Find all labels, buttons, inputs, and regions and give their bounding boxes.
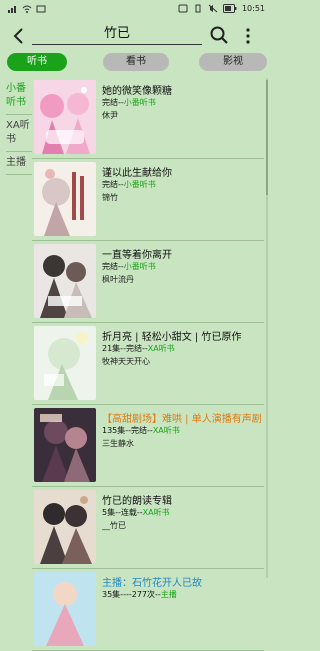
item-author: __竹已 <box>102 521 126 530</box>
item-author: 三生静水 <box>102 439 134 448</box>
tab-reading[interactable]: 看书 <box>103 53 169 71</box>
sidebar-item-xiaofan[interactable]: 小番听书 <box>6 78 32 114</box>
search-input[interactable]: 竹已 <box>32 24 202 45</box>
item-title: 竹已的朗读专辑 <box>102 496 172 507</box>
cover-image <box>34 408 96 482</box>
sidebar-item-xa[interactable]: XA听书 <box>6 115 32 151</box>
cover-image <box>34 572 96 646</box>
mute-icon <box>208 4 218 13</box>
battery-icon <box>222 4 237 13</box>
list-item[interactable]: 【高甜剧场】难哄 | 单人演播有声剧 135集--完结--XA听书 三生静水 <box>32 405 264 487</box>
cover-image <box>34 490 96 564</box>
item-title: 折月亮 | 轻松小甜文 | 竹已原作 <box>102 332 242 343</box>
item-meta: 35集----277次--主播 <box>102 589 262 600</box>
status-right-icons: 10:51 <box>178 4 265 13</box>
status-bar: 10:51 <box>0 0 273 20</box>
item-meta: 5集--连载--XA听书 <box>102 507 262 518</box>
cover-image <box>34 162 96 236</box>
result-list: 她的微笑像颗糖 完结--小番听书 休尹 谨以此生献给你 完结--小番听书 锦竹 <box>32 77 264 651</box>
notification-icon <box>36 5 46 13</box>
item-meta-text: 5集--连载-- <box>102 508 143 517</box>
cover-image <box>34 244 96 318</box>
item-meta: 135集--完结--XA听书 <box>102 425 262 436</box>
search-icon[interactable] <box>209 25 229 45</box>
search-bar: 竹已 <box>0 22 273 50</box>
tab-audiobook[interactable]: 听书 <box>7 53 67 71</box>
list-item[interactable]: 谨以此生献给你 完结--小番听书 锦竹 <box>32 159 264 241</box>
item-source: 小番听书 <box>123 262 156 271</box>
nfc-icon <box>178 4 188 13</box>
sidebar-item-anchor[interactable]: 主播 <box>6 152 32 174</box>
list-item[interactable]: 她的微笑像颗糖 完结--小番听书 休尹 <box>32 77 264 159</box>
list-item[interactable]: 主播：石竹花开人已故 35集----277次--主播 <box>32 569 264 651</box>
item-meta: 完结--小番听书 <box>102 97 262 108</box>
back-arrow-icon[interactable] <box>10 26 28 46</box>
item-title: 【高甜剧场】难哄 | 单人演播有声剧 <box>102 414 262 425</box>
tab-video[interactable]: 影视 <box>199 53 267 71</box>
sidebar-divider <box>6 174 32 175</box>
item-title: 主播：石竹花开人已故 <box>102 578 202 589</box>
item-meta-text: 完结-- <box>102 180 124 189</box>
item-meta-text: 完结-- <box>102 262 124 271</box>
item-title: 她的微笑像颗糖 <box>102 86 172 97</box>
item-meta: 21集--完结--XA听书 <box>102 343 262 354</box>
wifi-icon <box>22 5 32 13</box>
item-meta-text: 完结-- <box>102 98 124 107</box>
list-item[interactable]: 一直等着你离开 完结--小番听书 枫叶流丹 <box>32 241 264 323</box>
item-meta: 完结--小番听书 <box>102 179 262 190</box>
item-source: XA听书 <box>142 508 170 517</box>
more-options-icon[interactable] <box>243 26 253 46</box>
cover-image <box>34 80 96 154</box>
item-meta-text: 135集--完结-- <box>102 426 153 435</box>
category-tabs: 听书 看书 影视 <box>0 53 273 73</box>
item-source: 主播 <box>160 590 177 599</box>
item-source: XA听书 <box>147 344 175 353</box>
signal-icon <box>8 6 16 13</box>
item-title: 谨以此生献给你 <box>102 168 172 179</box>
vibrate-icon <box>195 4 201 13</box>
list-item[interactable]: 折月亮 | 轻松小甜文 | 竹已原作 21集--完结--XA听书 牧神天天开心 <box>32 323 264 405</box>
item-meta: 完结--小番听书 <box>102 261 262 272</box>
scrollbar-thumb[interactable] <box>266 80 268 195</box>
item-meta-text: 21集--完结-- <box>102 344 148 353</box>
status-left-icons <box>8 5 46 13</box>
item-title: 一直等着你离开 <box>102 250 172 261</box>
item-author: 休尹 <box>102 111 118 120</box>
item-author: 锦竹 <box>102 193 118 202</box>
cover-image <box>34 326 96 400</box>
list-item[interactable]: 竹已的朗读专辑 5集--连载--XA听书 __竹已 <box>32 487 264 569</box>
item-source: 小番听书 <box>123 180 156 189</box>
status-time: 10:51 <box>241 4 265 13</box>
item-meta-text: 35集----277次-- <box>102 590 161 599</box>
item-author: 牧神天天开心 <box>102 357 150 366</box>
item-source: XA听书 <box>152 426 180 435</box>
item-source: 小番听书 <box>123 98 156 107</box>
item-author: 枫叶流丹 <box>102 275 134 284</box>
source-sidebar: 小番听书 XA听书 主播 <box>0 78 32 175</box>
